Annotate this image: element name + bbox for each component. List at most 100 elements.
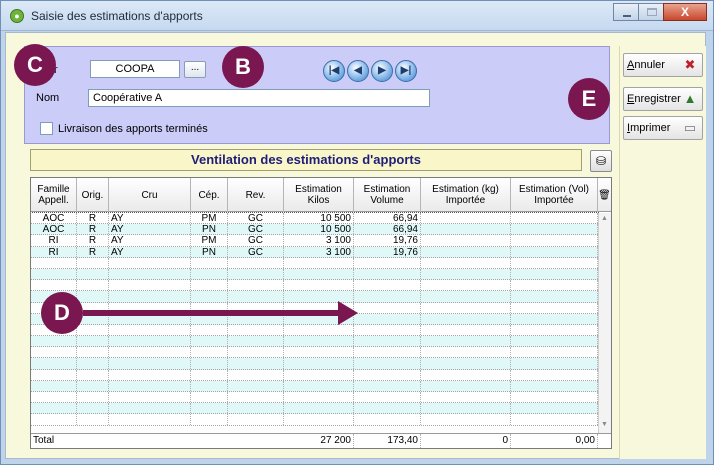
- table-cell[interactable]: [511, 235, 598, 246]
- table-cell[interactable]: 10 500: [284, 213, 354, 224]
- table-cell[interactable]: [191, 324, 228, 336]
- table-cell[interactable]: [228, 369, 284, 380]
- table-cell[interactable]: [31, 414, 77, 425]
- table-cell[interactable]: [421, 369, 511, 380]
- table-cell[interactable]: [77, 324, 109, 336]
- table-cell[interactable]: 19,76: [354, 246, 421, 257]
- table-cell[interactable]: [421, 414, 511, 425]
- table-cell[interactable]: [511, 369, 598, 380]
- table-cell[interactable]: [191, 336, 228, 347]
- table-cell[interactable]: AOC: [31, 213, 77, 224]
- table-cell[interactable]: AY: [109, 213, 191, 224]
- table-cell[interactable]: PM: [191, 235, 228, 246]
- table-cell[interactable]: [191, 291, 228, 302]
- table-cell[interactable]: [77, 257, 109, 268]
- table-cell[interactable]: R: [77, 235, 109, 246]
- table-cell[interactable]: [191, 347, 228, 358]
- table-cell[interactable]: [511, 380, 598, 391]
- table-cell[interactable]: [31, 358, 77, 369]
- table-cell[interactable]: 19,76: [354, 235, 421, 246]
- table-cell[interactable]: [77, 347, 109, 358]
- table-cell[interactable]: PM: [191, 213, 228, 224]
- table-cell[interactable]: [228, 257, 284, 268]
- table-cell[interactable]: [284, 403, 354, 414]
- table-row[interactable]: [31, 257, 598, 269]
- table-cell[interactable]: [31, 280, 77, 291]
- table-cell[interactable]: [191, 358, 228, 369]
- table-cell[interactable]: [228, 336, 284, 347]
- table-cell[interactable]: [354, 268, 421, 280]
- table-cell[interactable]: PN: [191, 224, 228, 235]
- table-cell[interactable]: [77, 380, 109, 391]
- table-cell[interactable]: [284, 324, 354, 336]
- table-cell[interactable]: [109, 414, 191, 425]
- table-cell[interactable]: [228, 347, 284, 358]
- table-cell[interactable]: [354, 347, 421, 358]
- table-cell[interactable]: [109, 291, 191, 302]
- table-cell[interactable]: [109, 257, 191, 268]
- table-cell[interactable]: [354, 280, 421, 291]
- table-row[interactable]: [31, 414, 598, 426]
- table-cell[interactable]: [284, 392, 354, 403]
- table-cell[interactable]: [421, 380, 511, 391]
- table-cell[interactable]: [421, 302, 511, 313]
- col-cep[interactable]: Cép.: [191, 178, 228, 212]
- table-cell[interactable]: [421, 246, 511, 257]
- minimize-button[interactable]: [613, 3, 639, 21]
- table-cell[interactable]: [284, 257, 354, 268]
- table-cell[interactable]: [284, 268, 354, 280]
- table-cell[interactable]: [228, 280, 284, 291]
- table-cell[interactable]: [284, 280, 354, 291]
- table-row[interactable]: [31, 336, 598, 348]
- table-cell[interactable]: [109, 380, 191, 391]
- table-row[interactable]: [31, 347, 598, 359]
- table-cell[interactable]: [421, 324, 511, 336]
- table-cell[interactable]: GC: [228, 246, 284, 257]
- table-cell[interactable]: [31, 268, 77, 280]
- table-cell[interactable]: RI: [31, 235, 77, 246]
- table-cell[interactable]: [511, 313, 598, 324]
- table-cell[interactable]: AY: [109, 224, 191, 235]
- table-cell[interactable]: 3 100: [284, 235, 354, 246]
- table-cell[interactable]: [109, 369, 191, 380]
- table-cell[interactable]: RI: [31, 246, 77, 257]
- table-cell[interactable]: [77, 280, 109, 291]
- table-cell[interactable]: [421, 224, 511, 235]
- table-row[interactable]: RI R AY PN GC 3 100 19,76: [31, 246, 598, 258]
- table-cell[interactable]: [421, 358, 511, 369]
- enregistrer-button[interactable]: Enregistrer ▲: [623, 87, 703, 111]
- table-cell[interactable]: [421, 280, 511, 291]
- browse-button[interactable]: ...: [184, 61, 206, 78]
- table-cell[interactable]: [511, 213, 598, 224]
- table-cell[interactable]: [354, 414, 421, 425]
- table-cell[interactable]: [511, 257, 598, 268]
- table-cell[interactable]: R: [77, 213, 109, 224]
- table-cell[interactable]: [421, 347, 511, 358]
- maximize-button[interactable]: [638, 3, 664, 21]
- livraison-checkbox[interactable]: [40, 122, 53, 135]
- table-cell[interactable]: R: [77, 224, 109, 235]
- table-cell[interactable]: [191, 403, 228, 414]
- table-cell[interactable]: [228, 358, 284, 369]
- table-cell[interactable]: [191, 268, 228, 280]
- table-cell[interactable]: [77, 392, 109, 403]
- table-cell[interactable]: [109, 280, 191, 291]
- table-cell[interactable]: [511, 280, 598, 291]
- table-cell[interactable]: [511, 414, 598, 425]
- table-cell[interactable]: [511, 224, 598, 235]
- pressoir-input[interactable]: COOPA: [90, 60, 180, 78]
- table-cell[interactable]: 66,94: [354, 213, 421, 224]
- table-cell[interactable]: [31, 403, 77, 414]
- table-cell[interactable]: GC: [228, 235, 284, 246]
- table-cell[interactable]: [31, 336, 77, 347]
- database-button[interactable]: ⛁: [590, 150, 612, 172]
- table-cell[interactable]: [354, 302, 421, 313]
- table-cell[interactable]: [354, 392, 421, 403]
- table-cell[interactable]: [354, 313, 421, 324]
- table-cell[interactable]: [191, 280, 228, 291]
- table-cell[interactable]: [191, 257, 228, 268]
- table-cell[interactable]: [31, 257, 77, 268]
- table-cell[interactable]: [511, 291, 598, 302]
- table-cell[interactable]: [421, 235, 511, 246]
- table-row[interactable]: AOC R AY PM GC 10 500 66,94: [31, 211, 599, 226]
